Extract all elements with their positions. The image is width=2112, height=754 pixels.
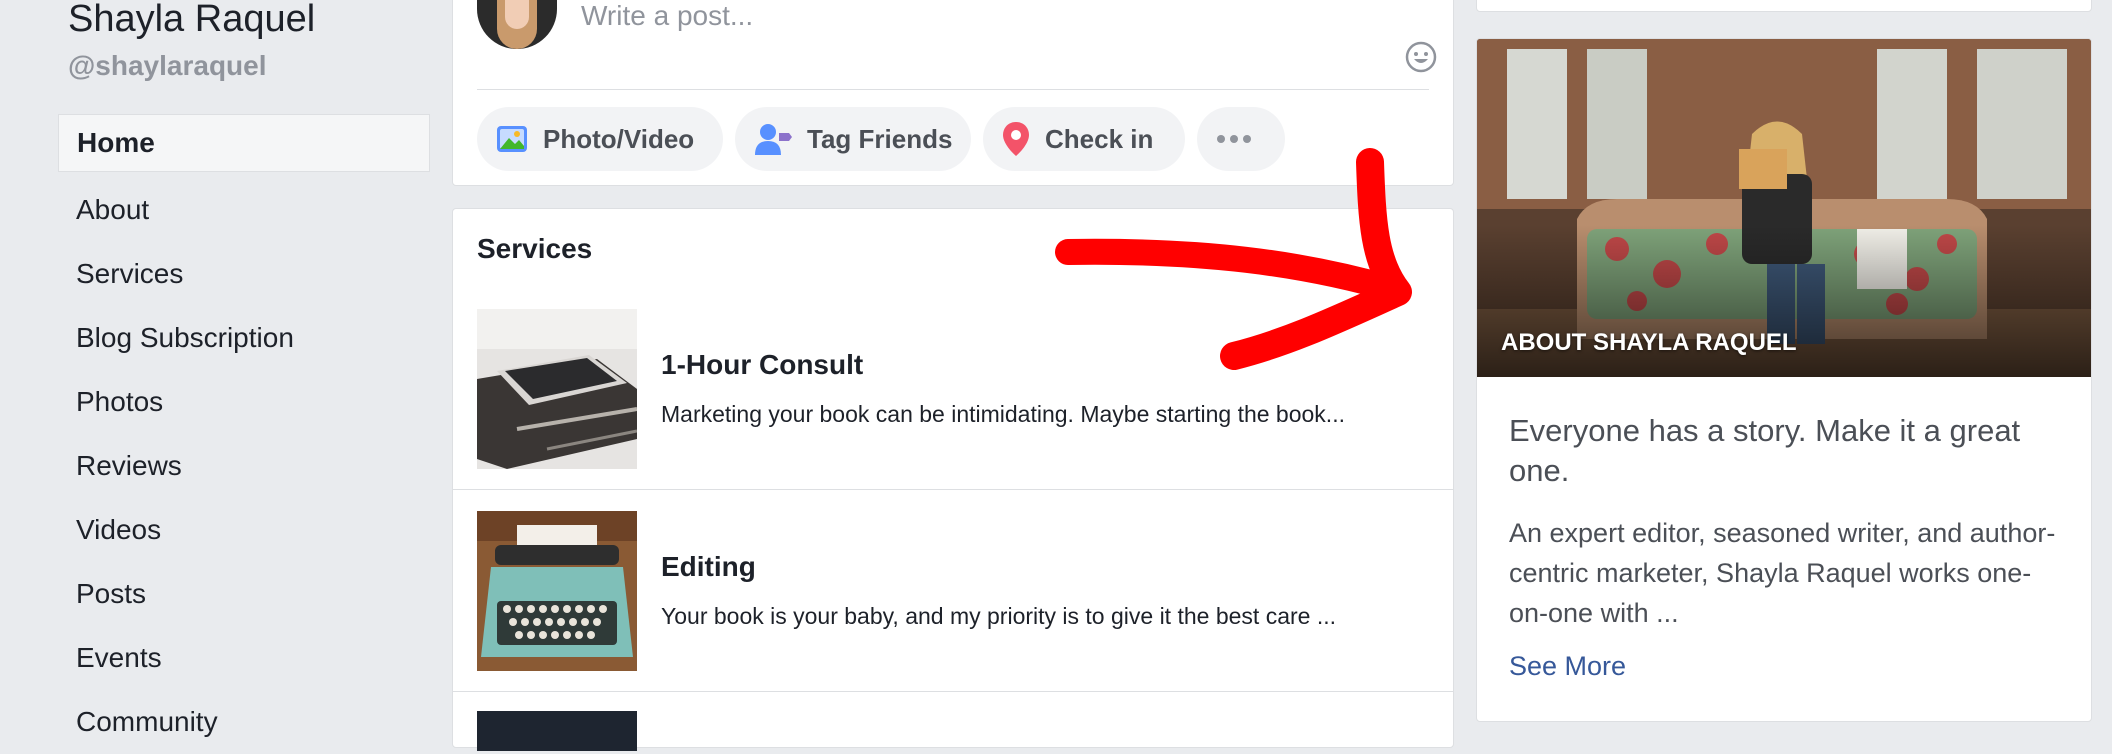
nav-item-services[interactable]: Services <box>58 242 430 306</box>
more-options-button[interactable] <box>1197 107 1285 171</box>
page-handle[interactable]: @shaylaraquel <box>68 50 267 82</box>
service-thumbnail-third[interactable] <box>477 711 637 751</box>
about-bio: An expert editor, seasoned writer, and a… <box>1509 518 2056 628</box>
previous-card-stub <box>1476 0 2092 12</box>
composer-divider <box>477 89 1429 90</box>
nav-item-photos[interactable]: Photos <box>58 370 430 434</box>
photo-video-button[interactable]: Photo/Video <box>477 107 723 171</box>
more-dots-icon <box>1217 135 1251 143</box>
service-description: Marketing your book can be intimidating.… <box>661 401 1345 427</box>
photo-video-label: Photo/Video <box>543 123 695 154</box>
check-in-button[interactable]: Check in <box>983 107 1185 171</box>
service-description: Your book is your baby, and my priority … <box>661 603 1336 629</box>
smiley-icon[interactable] <box>1405 41 1437 73</box>
service-item[interactable]: 1-Hour Consult Marketing your book can b… <box>453 309 1453 509</box>
service-title[interactable]: Editing <box>661 551 756 583</box>
service-item[interactable]: Editing Your book is your baby, and my p… <box>453 509 1453 709</box>
about-card: ABOUT SHAYLA RAQUEL Everyone has a story… <box>1476 38 2092 722</box>
see-more-link[interactable]: See More <box>1509 651 1626 682</box>
page-nav: Home About Services Blog Subscription Ph… <box>58 114 430 754</box>
service-thumbnail-phone[interactable] <box>477 309 637 469</box>
nav-item-about[interactable]: About <box>58 178 430 242</box>
service-item[interactable] <box>453 709 1453 751</box>
page-name[interactable]: Shayla Raquel <box>68 0 315 41</box>
post-composer: Write a post... Photo/Video Tag Friends … <box>452 0 1454 186</box>
services-heading[interactable]: Services <box>477 233 592 265</box>
photo-video-icon <box>497 126 527 152</box>
service-title[interactable]: 1-Hour Consult <box>661 349 863 381</box>
nav-item-blog-subscription[interactable]: Blog Subscription <box>58 306 430 370</box>
tag-friends-button[interactable]: Tag Friends <box>735 107 971 171</box>
nav-item-home[interactable]: Home <box>58 114 430 172</box>
service-divider <box>453 691 1453 692</box>
check-in-label: Check in <box>1045 123 1154 154</box>
nav-item-reviews[interactable]: Reviews <box>58 434 430 498</box>
tag-friends-label: Tag Friends <box>807 123 953 154</box>
nav-item-community[interactable]: Community <box>58 690 430 754</box>
nav-item-events[interactable]: Events <box>58 626 430 690</box>
about-photo[interactable] <box>1477 39 2091 377</box>
services-card: Services 1-Hour Consult Marketing your b… <box>452 208 1454 751</box>
write-post-input[interactable]: Write a post... <box>581 0 753 32</box>
location-pin-icon <box>1003 122 1029 156</box>
about-photo-label[interactable]: ABOUT SHAYLA RAQUEL <box>1501 329 1797 357</box>
service-thumbnail-typewriter[interactable] <box>477 511 637 671</box>
service-divider <box>453 489 1453 490</box>
avatar[interactable] <box>477 0 557 49</box>
about-tagline: Everyone has a story. Make it a great on… <box>1509 413 2021 488</box>
nav-item-posts[interactable]: Posts <box>58 562 430 626</box>
tag-friends-icon <box>755 124 792 155</box>
nav-item-videos[interactable]: Videos <box>58 498 430 562</box>
